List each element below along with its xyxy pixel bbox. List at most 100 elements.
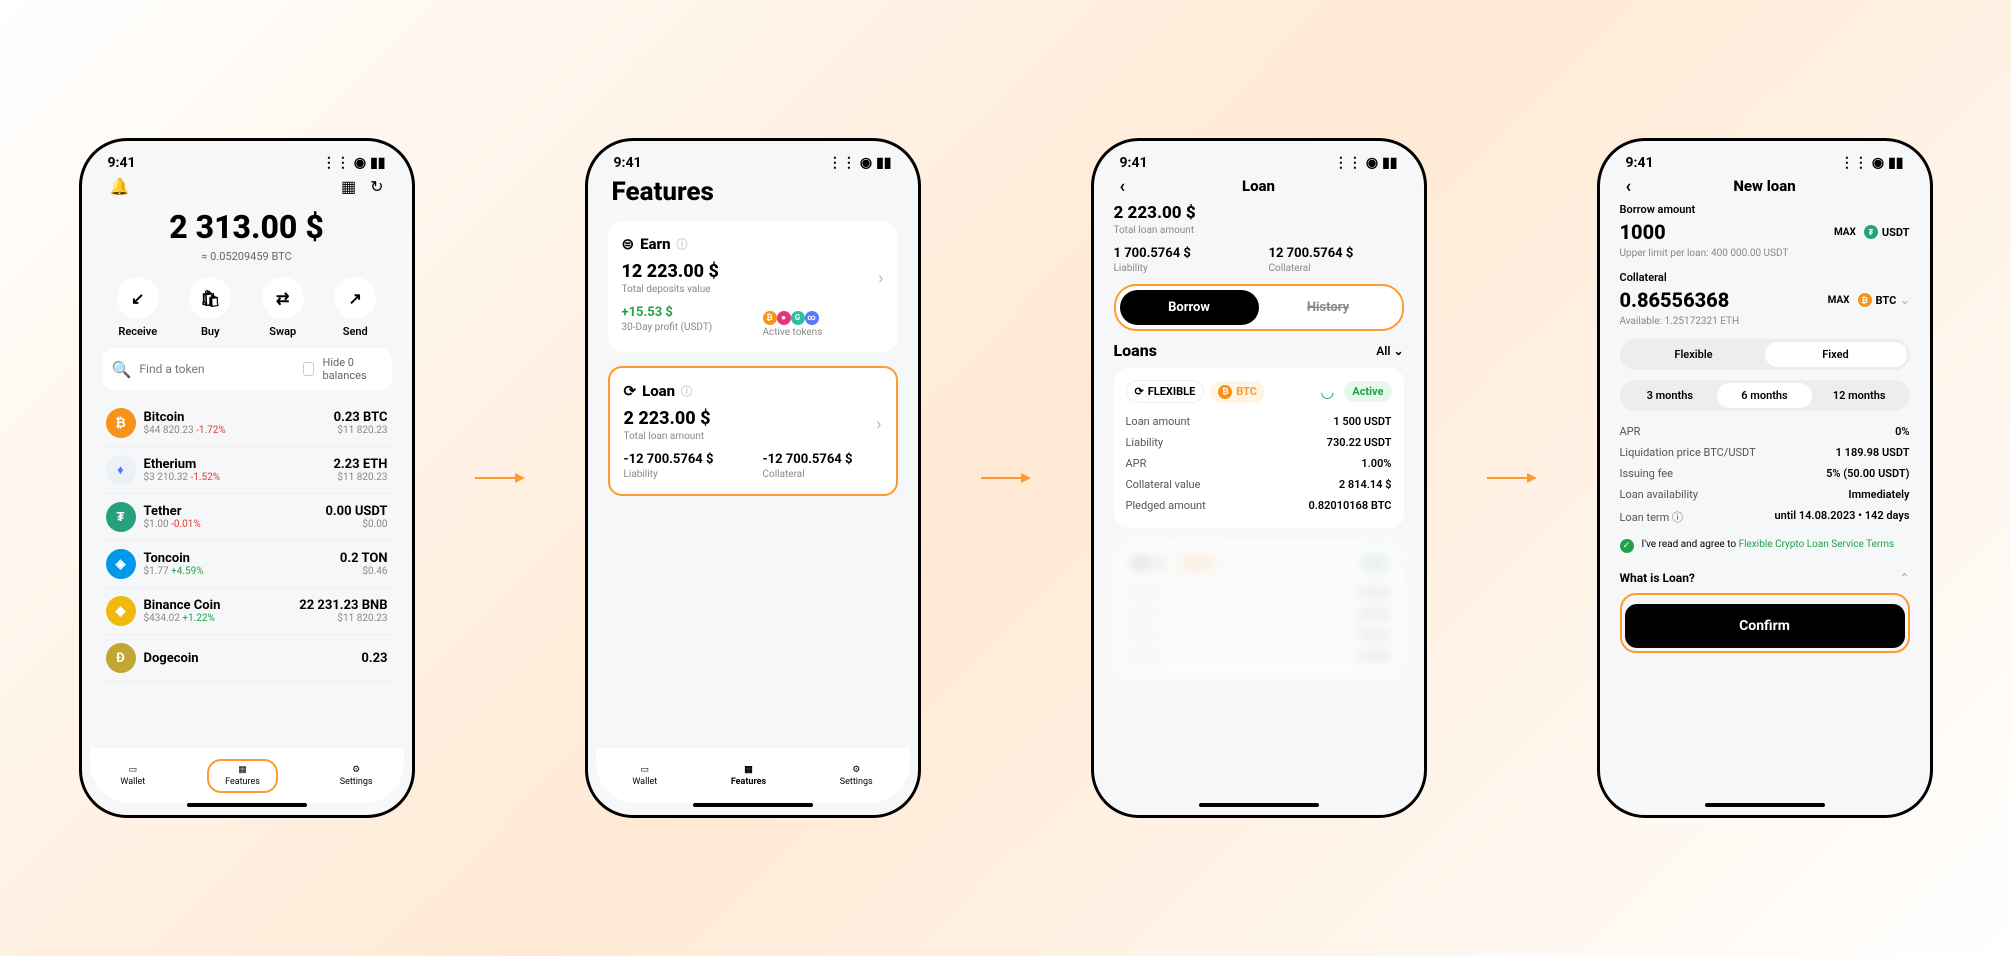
wifi-icon: ◉ (860, 155, 872, 171)
nav-settings[interactable]: ⚙Settings (840, 765, 873, 787)
bottom-nav: ▭Wallet ▦Features ⚙Settings (596, 748, 910, 803)
loan-row: Loan amount1 500 USDT (1126, 411, 1392, 432)
status-icons: ⋮⋮◉▮▮ (1840, 155, 1904, 171)
phone-newloan: 9:41 ⋮⋮◉▮▮ ‹New loan Borrow amount 1000 … (1597, 138, 1933, 818)
loan-item[interactable]: ⟳FLEXIBLE ₿BTC ◡ Active Loan amount1 500… (1114, 368, 1404, 528)
max-button[interactable]: MAX (1834, 227, 1856, 238)
token-price: $1.00 -0.01% (144, 519, 326, 530)
status-time: 9:41 (1120, 155, 1148, 171)
newloan-topbar: ‹New loan (1620, 173, 1910, 203)
collateral-label: Collateral (1620, 271, 1910, 284)
bell-icon[interactable]: 🔔 (110, 177, 130, 196)
loans-filter[interactable]: All ⌄ (1376, 344, 1403, 358)
faq-toggle[interactable]: What is Loan?⌃ (1620, 563, 1910, 593)
back-button[interactable]: ‹ (1626, 176, 1632, 197)
token-row[interactable]: ₮ Tether$1.00 -0.01% 0.00 USDT$0.00 (102, 494, 392, 541)
token-amount: 2.23 ETH (333, 457, 387, 472)
nav-wallet[interactable]: ▭Wallet (120, 765, 145, 787)
max-button[interactable]: MAX (1828, 295, 1850, 306)
status-bar: 9:41 ⋮⋮◉▮▮ (1608, 149, 1922, 173)
token-usd: $0.00 (325, 519, 387, 530)
terms-link[interactable]: Flexible Crypto Loan Service Terms (1739, 539, 1895, 550)
token-name: Toncoin (144, 551, 340, 566)
nav-wallet[interactable]: ▭Wallet (632, 765, 657, 787)
token-row[interactable]: ♦ Etherium$3 210.32 -1.52% 2.23 ETH$11 8… (102, 447, 392, 494)
seg-12m[interactable]: 12 months (1812, 383, 1907, 408)
token-usd: $0.46 (340, 566, 388, 577)
confirm-button[interactable]: Confirm (1625, 604, 1905, 648)
nav-features[interactable]: ▦Features (207, 759, 278, 793)
token-icon: ◆ (106, 596, 136, 626)
chevron-down-icon: ⌄ (1900, 294, 1909, 307)
collateral-input[interactable]: 0.86556368 (1620, 288, 1820, 312)
signal-icon: ⋮⋮ (828, 155, 856, 171)
token-name: Etherium (144, 457, 334, 472)
active-tokens-icons: ₿●G∞ (763, 305, 884, 325)
tab-borrow[interactable]: Borrow (1120, 290, 1259, 325)
seg-6m[interactable]: 6 months (1717, 383, 1812, 408)
battery-icon: ▮▮ (370, 155, 385, 171)
token-icon: ₿ (106, 408, 136, 438)
bottom-nav: ▭Wallet ▦Features ⚙Settings (90, 748, 404, 803)
loan-topbar: ‹Loan (1114, 173, 1404, 203)
back-button[interactable]: ‹ (1120, 176, 1126, 197)
status-bar: 9:41 ⋮⋮◉▮▮ (1102, 149, 1416, 173)
chip-flexible: ⟳FLEXIBLE (1126, 380, 1205, 403)
wifi-icon: ◉ (1366, 155, 1378, 171)
token-name: Dogecoin (144, 651, 362, 666)
token-amount: 0.23 BTC (334, 410, 388, 425)
token-row[interactable]: ◆ Binance Coin$434.02 +1.22% 22 231.23 B… (102, 588, 392, 635)
status-bar: 9:41 ⋮⋮ ◉ ▮▮ (90, 149, 404, 173)
search-input[interactable] (139, 362, 295, 376)
qr-icon[interactable]: ▦ (341, 177, 356, 196)
token-price: $434.02 +1.22% (144, 613, 300, 624)
loan-row: Pledged amount0.82010168 BTC (1126, 495, 1392, 516)
token-usd: $11 820.23 (334, 425, 388, 436)
chip-active: Active (1344, 381, 1391, 402)
token-row[interactable]: ₿ Bitcoin$44 820.23 -1.72% 0.23 BTC$11 8… (102, 400, 392, 447)
signal-icon: ⋮⋮ (1334, 155, 1362, 171)
collateral-currency[interactable]: ₿BTC ⌄ (1858, 293, 1910, 307)
loan-liability: -12 700.5764 $ (624, 452, 743, 467)
receive-button[interactable]: ↙Receive (117, 277, 159, 338)
send-button[interactable]: ↗Send (334, 277, 376, 338)
loans-heading: Loans (1114, 341, 1157, 360)
borrow-currency[interactable]: ₮USDT (1864, 225, 1910, 239)
search-row: 🔍 Hide 0 balances (102, 348, 392, 390)
tab-history[interactable]: History (1259, 290, 1398, 325)
info-row: APR0% (1620, 421, 1910, 442)
swap-button[interactable]: ⇄Swap (262, 277, 304, 338)
buy-button[interactable]: 🛍Buy (189, 277, 231, 338)
seg-fixed[interactable]: Fixed (1765, 342, 1907, 367)
loan-card[interactable]: ⟳Loanⓘ 2 223.00 $Total loan amount› -12 … (608, 366, 898, 496)
info-icon: ⓘ (677, 236, 688, 252)
seg-flexible[interactable]: Flexible (1623, 342, 1765, 367)
status-icons: ⋮⋮◉▮▮ (828, 155, 892, 171)
token-amount: 0.23 (361, 651, 387, 666)
token-row[interactable]: Ð Dogecoin 0.23 (102, 635, 392, 682)
refresh-icon[interactable]: ↻ (370, 177, 383, 196)
receive-icon: ↙ (131, 289, 144, 308)
token-price: $1.77 +4.59% (144, 566, 340, 577)
gear-icon: ⚙ (352, 765, 360, 775)
signal-icon: ⋮⋮ (1840, 155, 1868, 171)
grid-icon: ▦ (744, 765, 753, 775)
gear-icon: ⚙ (852, 765, 860, 775)
search-icon: 🔍 (112, 360, 132, 379)
seg-3m[interactable]: 3 months (1623, 383, 1718, 408)
nav-features[interactable]: ▦Features (731, 765, 766, 787)
agree-row[interactable]: ✓ I've read and agree to Flexible Crypto… (1620, 539, 1910, 553)
token-amount: 22 231.23 BNB (299, 598, 387, 613)
borrow-input[interactable]: 1000 (1620, 220, 1826, 244)
battery-icon: ▮▮ (1888, 155, 1903, 171)
bag-icon: 🛍 (200, 289, 220, 308)
nav-settings[interactable]: ⚙Settings (340, 765, 373, 787)
token-row[interactable]: ◈ Toncoin$1.77 +4.59% 0.2 TON$0.46 (102, 541, 392, 588)
status-time: 9:41 (1626, 155, 1654, 171)
features-title: Features (612, 177, 894, 207)
earn-card[interactable]: ⊜Earnⓘ 12 223.00 $Total deposits value› … (608, 221, 898, 352)
hide-zero-checkbox[interactable] (303, 362, 314, 376)
chevron-up-icon: ⌃ (1899, 571, 1909, 585)
phone-features: 9:41 ⋮⋮◉▮▮ Features ⊜Earnⓘ 12 223.00 $To… (585, 138, 921, 818)
token-name: Binance Coin (144, 598, 300, 613)
